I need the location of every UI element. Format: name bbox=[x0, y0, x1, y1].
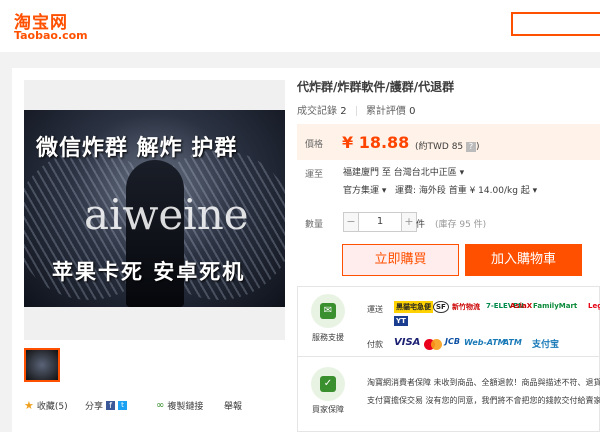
price-value: ¥ 18.88 bbox=[342, 133, 410, 152]
quantity-stepper: − 1 + bbox=[343, 212, 417, 232]
delivery-logo-tcat: 黑貓宅急便 bbox=[394, 301, 433, 313]
payment-logo-visa: VISA bbox=[394, 337, 421, 348]
protection-line-2: 支付寶擔保交易 沒有您的同意，我們將不會把您的錢款交付給賣家 bbox=[367, 396, 600, 405]
image-caption-top: 微信炸群 解炸 护群 bbox=[36, 136, 238, 161]
image-watermark: aiweine bbox=[84, 190, 249, 239]
shipping-method: 官方集運 ▾ 運費: 海外段 首重 ¥ 14.00/kg 起 ▾ bbox=[343, 183, 537, 196]
copy-link-label: 複製鏈接 bbox=[167, 402, 204, 412]
payment-logo-webatm: Web-ATM bbox=[464, 338, 506, 347]
delivery-logo-sf: SF bbox=[433, 301, 449, 313]
main-product-image[interactable]: 微信炸群 解炸 护群 aiweine 苹果卡死 安卓死机 bbox=[24, 80, 285, 340]
buyer-protection-caption: 買家保障 bbox=[312, 405, 344, 414]
delivery-logo-leg: Leg bbox=[588, 302, 600, 310]
delivery-label: 運送 bbox=[367, 305, 383, 314]
stats-divider bbox=[355, 106, 357, 116]
top-bar: 淘宝网 Taobao.com bbox=[0, 0, 600, 52]
price-twd-close: ) bbox=[476, 142, 480, 152]
image-caption-bottom: 苹果卡死 安卓死机 bbox=[52, 260, 246, 284]
favorite-link[interactable]: ★ 收藏(5) bbox=[24, 399, 68, 412]
favorite-label: 收藏(5) bbox=[36, 402, 68, 412]
price-twd: (約TWD 85 ?) bbox=[415, 139, 480, 152]
shipping-label: 運至 bbox=[305, 170, 324, 180]
quantity-input[interactable]: 1 bbox=[359, 212, 401, 232]
service-support-icon: ✉ bbox=[311, 294, 345, 328]
service-panel: ✉ 服務支援 運送 黑貓宅急便 SF 新竹物流 7-ELEVEN AsiaX F… bbox=[297, 286, 600, 432]
quantity-unit: 件 bbox=[416, 220, 426, 230]
share-link[interactable]: 分享 f t bbox=[85, 399, 128, 412]
payment-label: 付款 bbox=[367, 340, 383, 349]
payment-logo-jcb: JCB bbox=[445, 337, 460, 346]
sales-label[interactable]: 成交記錄 bbox=[297, 106, 337, 117]
stock-count: (庫存 95 件) bbox=[435, 220, 487, 230]
delivery-logo-familymart: FamilyMart bbox=[533, 302, 578, 310]
payment-logo-atm: ATM bbox=[503, 338, 522, 347]
service-support-caption: 服務支援 bbox=[312, 333, 344, 342]
buy-now-button[interactable]: 立即購買 bbox=[342, 244, 459, 276]
quantity-decrease-button[interactable]: − bbox=[343, 212, 359, 232]
add-to-cart-button[interactable]: 加入購物車 bbox=[465, 244, 582, 276]
price-label: 價格 bbox=[305, 140, 324, 150]
quantity-label: 數量 bbox=[305, 220, 324, 230]
price-box: 價格 ¥ 18.88 (約TWD 85 ?) bbox=[297, 124, 600, 160]
price-twd-text: (約TWD 85 bbox=[415, 142, 464, 152]
help-icon[interactable]: ? bbox=[466, 141, 477, 152]
twitter-icon[interactable]: t bbox=[118, 401, 128, 410]
payment-logo-alipay: 支付宝 bbox=[532, 340, 560, 350]
product-stats: 成交記錄 2 累計評價 0 bbox=[297, 102, 416, 117]
shipping-destination-select[interactable]: 福建廈門 至 台灣台北中正區 ▾ bbox=[343, 165, 464, 178]
shipping-method-select[interactable]: 官方集運 ▾ bbox=[343, 186, 386, 196]
product-title: 代炸群/炸群軟件/護群/代退群 bbox=[297, 80, 455, 94]
shipping-fee-detail[interactable]: 運費: 海外段 首重 ¥ 14.00/kg 起 ▾ bbox=[395, 186, 537, 196]
product-image-art: 微信炸群 解炸 护群 aiweine 苹果卡死 安卓死机 bbox=[24, 110, 285, 307]
buyer-protection-icon: ✓ bbox=[311, 367, 345, 401]
search-input[interactable] bbox=[511, 12, 600, 36]
report-link[interactable]: 舉報 bbox=[224, 399, 242, 412]
star-icon: ★ bbox=[24, 399, 34, 412]
service-divider bbox=[298, 356, 600, 357]
mastercard-icon bbox=[424, 339, 442, 350]
delivery-logo-yt: YT bbox=[394, 316, 408, 326]
reviews-label[interactable]: 累計評價 bbox=[366, 106, 406, 117]
facebook-icon[interactable]: f bbox=[106, 401, 116, 410]
copy-link-button[interactable]: ∞ 複製鏈接 bbox=[156, 399, 203, 412]
link-icon: ∞ bbox=[156, 400, 165, 411]
quantity-increase-button[interactable]: + bbox=[401, 212, 417, 232]
report-label: 舉報 bbox=[224, 402, 243, 412]
thumbnail-image[interactable] bbox=[24, 348, 60, 382]
taobao-logo-en[interactable]: Taobao.com bbox=[14, 29, 88, 42]
sales-count: 2 bbox=[340, 106, 347, 117]
protection-line-1: 淘寶網消費者保障 未收到商品、全額退款！商品與描述不符、退貨 bbox=[367, 378, 600, 387]
reviews-count: 0 bbox=[409, 106, 416, 117]
delivery-logo-hct: 新竹物流 bbox=[452, 303, 480, 311]
share-label: 分享 bbox=[85, 402, 104, 412]
